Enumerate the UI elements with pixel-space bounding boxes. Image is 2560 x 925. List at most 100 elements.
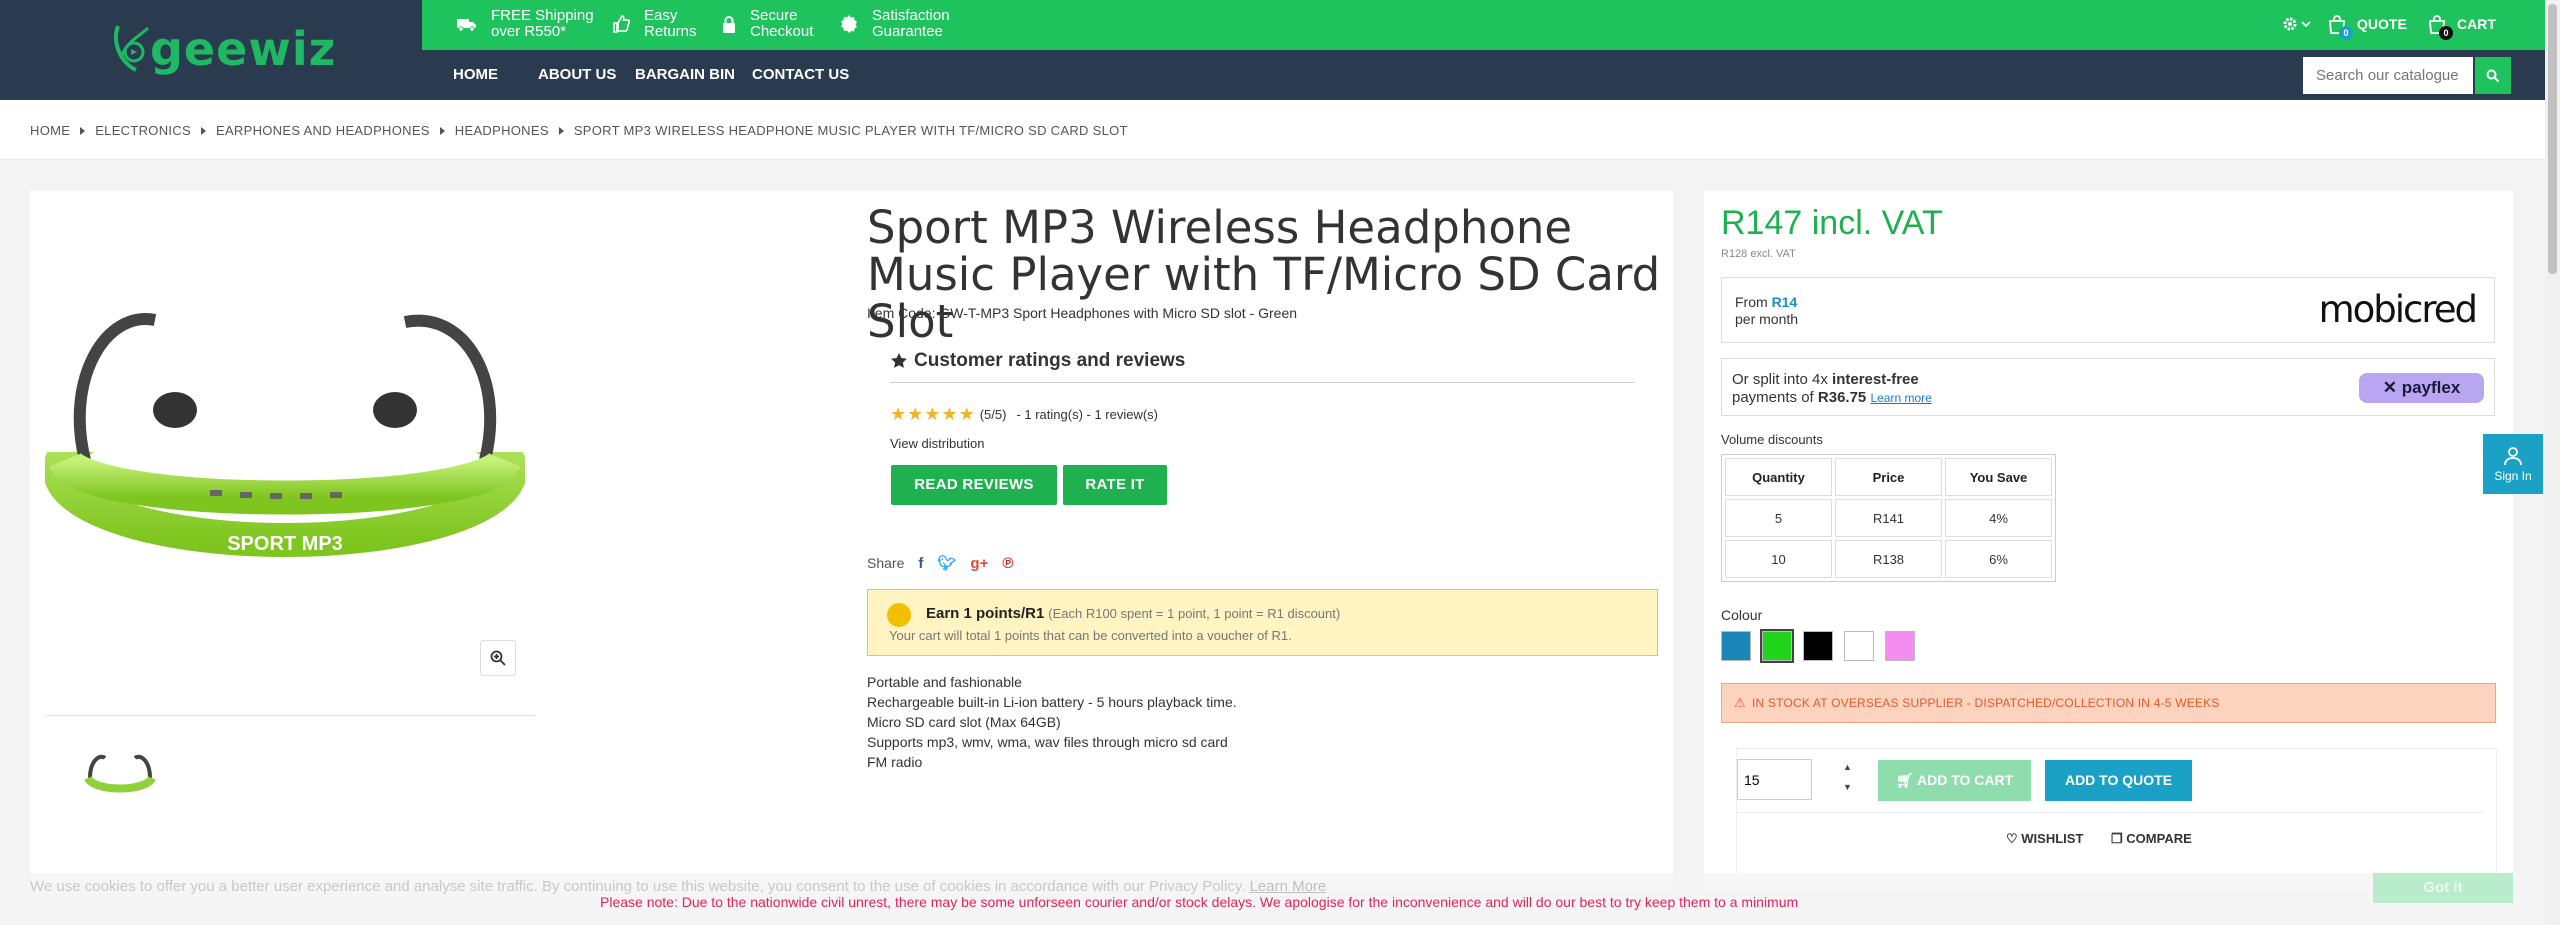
reviews-section: Customer ratings and reviews — [890, 350, 1635, 383]
add-to-cart-label: ADD TO CART — [1916, 772, 2014, 788]
payflex-learn-more-link[interactable]: Learn more — [1870, 391, 1931, 405]
cart-label: CART — [2457, 16, 2496, 32]
quote-link[interactable]: 0 QUOTE — [2327, 14, 2407, 40]
search-icon — [2486, 69, 2500, 82]
points-earn: Earn 1 points/R1 — [926, 605, 1045, 622]
table-row: 5 R141 4% — [1725, 499, 2052, 537]
quantity-decrement-icon[interactable]: ▼ — [1843, 782, 1852, 792]
loyalty-points-box: Earn 1 points/R1 (Each R100 spent = 1 po… — [867, 589, 1658, 656]
nav-home[interactable]: HOME — [453, 50, 498, 100]
search-input[interactable] — [2303, 57, 2473, 94]
rating-star-icon: ★ — [941, 404, 958, 424]
cookie-learn-more-link[interactable]: Learn More — [1250, 878, 1327, 895]
mobicred-per: per month — [1735, 311, 1799, 327]
twitter-icon[interactable]: 🐦︎ — [937, 554, 956, 572]
perk-secure-checkout: Secure Checkout — [722, 8, 813, 40]
table-cell: R138 — [1835, 540, 1942, 578]
perk-easy-returns: Easy Returns — [612, 8, 697, 40]
site-logo[interactable]: geewiz — [110, 22, 336, 76]
rating-summary: ★ ★ ★ ★ ★ (5/5) - 1 rating(s) - 1 review(s) — [890, 404, 1158, 425]
page-scrollbar[interactable] — [2545, 0, 2560, 925]
perks-bar: FREE Shipping over R550* Easy Returns Secu… — [422, 0, 2560, 50]
thumbs-up-icon — [613, 15, 630, 33]
perk-line: Guarantee — [872, 23, 943, 40]
breadcrumb-electronics[interactable]: ELECTRONICS — [95, 123, 191, 138]
table-header-row: Quantity Price You Save — [1725, 458, 2052, 496]
perk-line: Easy — [644, 7, 678, 24]
wishlist-button[interactable]: ♡ WISHLIST — [2006, 831, 2083, 847]
colour-swatch-blue[interactable] — [1721, 631, 1751, 661]
product-image[interactable]: SPORT MP3 — [45, 260, 525, 580]
zoom-button[interactable] — [480, 640, 516, 676]
share-bar: Share f 🐦︎ g+ ℗ — [867, 554, 1013, 573]
rating-star-icon: ★ — [924, 404, 941, 424]
breadcrumb: HOME ELECTRONICS EARPHONES AND HEADPHONE… — [0, 100, 2545, 160]
product-description: Portable and fashionable Rechargeable bu… — [867, 672, 1237, 772]
gear-icon — [2283, 17, 2297, 31]
settings-dropdown[interactable] — [2282, 16, 2311, 32]
google-plus-icon[interactable]: g+ — [970, 555, 988, 572]
description-line: Micro SD card slot (Max 64GB) — [867, 714, 1061, 730]
cart-link[interactable]: 0 CART — [2427, 14, 2496, 40]
payflex-line1: Or split into 4x — [1732, 371, 1828, 388]
colour-swatch-white[interactable] — [1844, 631, 1874, 661]
chevron-down-icon — [2301, 21, 2311, 28]
reviews-heading: Customer ratings and reviews — [890, 350, 1635, 383]
colour-title: Colour — [1721, 607, 1763, 623]
mobicred-widget[interactable]: From R14 per month mobicred — [1721, 277, 2495, 343]
table-cell: 4% — [1945, 499, 2052, 537]
column-header: You Save — [1945, 458, 2052, 496]
payflex-line2: payments of — [1732, 389, 1814, 406]
scrollbar-thumb[interactable] — [2548, 4, 2557, 274]
cookie-accept-button[interactable]: Got it — [2373, 873, 2513, 903]
table-cell: 10 — [1725, 540, 1832, 578]
perk-satisfaction: Satisfaction Guarantee — [840, 8, 950, 40]
cookie-banner: We use cookies to offer you a better use… — [0, 873, 2545, 925]
quote-count-badge: 0 — [2339, 26, 2353, 40]
stock-status-alert: ⚠ IN STOCK AT OVERSEAS SUPPLIER - DISPAT… — [1721, 683, 2496, 723]
product-thumbnail[interactable] — [80, 740, 160, 800]
warning-icon: ⚠ — [1734, 695, 1746, 710]
description-line: Rechargeable built-in Li-ion battery - 5… — [867, 694, 1237, 710]
read-reviews-button[interactable]: READ REVIEWS — [891, 465, 1057, 505]
colour-swatch-pink[interactable] — [1885, 631, 1915, 661]
perk-line: Satisfaction — [872, 7, 950, 24]
nav-bargain-bin[interactable]: BARGAIN BIN — [635, 50, 735, 100]
payflex-amount: R36.75 — [1817, 389, 1867, 406]
product-image-label: SPORT MP3 — [227, 533, 343, 555]
breadcrumb-headphones[interactable]: HEADPHONES — [455, 123, 549, 138]
badge-icon — [841, 15, 857, 33]
colour-swatch-black[interactable] — [1803, 631, 1833, 661]
stock-status-text: IN STOCK AT OVERSEAS SUPPLIER - DISPATCH… — [1752, 696, 2220, 710]
pinterest-icon[interactable]: ℗ — [1002, 555, 1013, 572]
view-distribution-link[interactable]: View distribution — [890, 436, 984, 451]
breadcrumb-separator-icon — [439, 126, 445, 135]
sign-in-tab[interactable]: Sign In — [2483, 434, 2543, 494]
lock-icon — [723, 15, 735, 33]
search-button[interactable] — [2475, 57, 2511, 94]
main-nav: HOME ABOUT US BARGAIN BIN CONTACT US — [422, 50, 2560, 100]
zoom-in-icon — [490, 650, 506, 666]
facebook-icon[interactable]: f — [918, 555, 923, 572]
rate-it-button[interactable]: RATE IT — [1063, 465, 1167, 505]
nav-about-us[interactable]: ABOUT US — [538, 50, 616, 100]
breadcrumb-earphones[interactable]: EARPHONES AND HEADPHONES — [216, 123, 430, 138]
compare-button[interactable]: ❐ COMPARE — [2111, 831, 2192, 847]
add-to-cart-button[interactable]: 🛒︎ ADD TO CART — [1878, 760, 2031, 801]
compare-icon: ❐ — [2111, 831, 2123, 846]
add-to-quote-button[interactable]: ADD TO QUOTE — [2045, 760, 2192, 801]
cart-count-badge: 0 — [2439, 26, 2453, 40]
rating-star-icon: ★ — [907, 404, 924, 424]
perk-line: Checkout — [750, 23, 814, 40]
share-label: Share — [867, 555, 905, 571]
wishlist-label: WISHLIST — [2021, 831, 2084, 846]
coin-icon — [887, 603, 911, 627]
quantity-increment-icon[interactable]: ▲ — [1843, 762, 1852, 772]
quantity-input[interactable] — [1737, 759, 1812, 800]
colour-swatch-green[interactable] — [1760, 629, 1794, 663]
breadcrumb-separator-icon — [558, 126, 564, 135]
breadcrumb-home[interactable]: HOME — [30, 123, 70, 138]
truck-icon — [457, 19, 476, 32]
nav-contact-us[interactable]: CONTACT US — [752, 50, 849, 100]
description-line: FM radio — [867, 754, 923, 770]
